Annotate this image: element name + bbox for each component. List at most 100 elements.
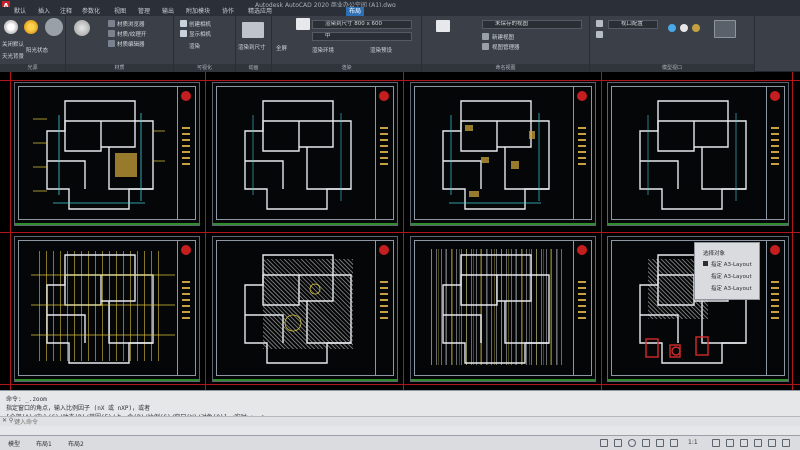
hardware-accel-icon[interactable] (754, 439, 762, 447)
show-camera-icon[interactable] (180, 30, 187, 37)
panel-title-lights[interactable]: 光源 (0, 64, 65, 72)
clean-screen-icon[interactable] (768, 439, 776, 447)
command-history-line: 指定窗口的角点，输入比例因子 (nX 或 nXP)，或者 (6, 405, 151, 412)
ribbon-label-render-preset[interactable]: 渲染预设 (370, 46, 392, 54)
tab-layout1[interactable]: 布局1 (36, 439, 52, 448)
texture-icon[interactable] (108, 30, 115, 37)
title-block (573, 87, 591, 219)
company-logo-icon (379, 91, 389, 101)
annotation-monitor-icon[interactable] (726, 439, 734, 447)
grid-toggle-icon[interactable] (600, 439, 608, 447)
ribbon-panel-model-viewports: 视口配置 模型视口 (590, 16, 755, 72)
viewport-join-icon[interactable] (596, 31, 603, 38)
annotation-scale[interactable]: 1:1 (688, 439, 698, 446)
panel-title-named-views[interactable]: 命名视图 (422, 64, 589, 72)
ribbon-label-new-view[interactable]: 新建视图 (492, 33, 514, 41)
drawing-canvas[interactable]: 选择对象 指定 A3-Layout 指定 A3-Layout 指定 A3-Lay… (0, 72, 800, 390)
object-selection-popup[interactable]: 选择对象 指定 A3-Layout 指定 A3-Layout 指定 A3-Lay… (694, 242, 760, 300)
render-preset-dropdown[interactable]: 中 (312, 32, 412, 41)
panel-title-model-viewports[interactable]: 模型视口 (590, 64, 754, 72)
tab-addins[interactable]: 附加模块 (186, 7, 210, 16)
viewport-tool-icon[interactable] (596, 20, 603, 27)
tab-model[interactable]: 模型 (8, 439, 20, 448)
panel-title-materials[interactable]: 材质 (66, 64, 173, 72)
popup-title: 选择对象 (703, 251, 726, 257)
view-manager-icon[interactable] (482, 43, 489, 50)
visual-style-gold-icon[interactable] (692, 24, 700, 32)
ribbon-label-render-size[interactable]: 渲染到尺寸 (238, 43, 266, 51)
named-view-dropdown[interactable]: 未保存的视图 (482, 20, 582, 29)
tab-view[interactable]: 视图 (114, 7, 126, 16)
snap-toggle-icon[interactable] (614, 439, 622, 447)
workspace-gear-icon[interactable] (712, 439, 720, 447)
layout-sheet-6[interactable] (212, 236, 398, 382)
popup-item[interactable]: 指定 A3-Layout (711, 260, 752, 268)
osnap-toggle-icon[interactable] (656, 439, 664, 447)
render-size-dropdown[interactable]: 渲染到尺寸 800 x 600 (312, 20, 412, 29)
tab-manage[interactable]: 管理 (138, 7, 150, 16)
layout-sheet-4[interactable] (607, 82, 789, 226)
sun-status-icon[interactable] (24, 20, 38, 34)
customize-menu-icon[interactable] (782, 439, 790, 447)
company-logo-icon (770, 245, 780, 255)
tab-default[interactable]: 默认 (14, 7, 26, 16)
panel-title-render[interactable]: 渲染 (272, 64, 421, 72)
panel-title-visualize[interactable]: 可视化 (174, 64, 235, 72)
ribbon-label-material-editor[interactable]: 材质编辑器 (117, 40, 145, 48)
tab-featured[interactable]: 精选应用 (248, 7, 272, 16)
new-view-icon[interactable] (482, 33, 489, 40)
tab-collaborate[interactable]: 协作 (222, 7, 234, 16)
ribbon-label-create-camera[interactable]: 创建相机 (189, 20, 211, 28)
sky-background-icon[interactable] (45, 18, 63, 36)
layout-sheet-2[interactable] (212, 82, 398, 226)
command-input[interactable] (14, 418, 554, 426)
tab-annotate[interactable]: 注释 (60, 7, 72, 16)
tab-layout2[interactable]: 布局2 (68, 439, 84, 448)
layout-sheet-7[interactable] (410, 236, 596, 382)
film-icon[interactable] (242, 22, 264, 38)
visual-style-icon[interactable] (668, 24, 676, 32)
ribbon-label-render[interactable]: 渲染 (189, 42, 200, 50)
command-input-row: ✕ ⚲ (0, 416, 800, 426)
tab-insert[interactable]: 插入 (38, 7, 50, 16)
polar-toggle-icon[interactable] (642, 439, 650, 447)
camera-icon[interactable] (180, 20, 187, 27)
teapot-icon[interactable] (296, 18, 310, 30)
light-bulb-icon[interactable] (4, 20, 18, 34)
status-bar: 模型 布局1 布局2 1:1 (0, 435, 800, 450)
lineweight-toggle-icon[interactable] (670, 439, 678, 447)
ribbon-label-material-texture[interactable]: 材质/纹理开 (117, 30, 146, 38)
layout-sheet-1[interactable] (14, 82, 200, 226)
view-teapot-icon[interactable] (436, 20, 450, 32)
tab-output[interactable]: 输出 (162, 7, 174, 16)
popup-item[interactable]: 指定 A3-Layout (711, 272, 752, 280)
visual-style-white-icon[interactable] (680, 24, 688, 32)
command-prompt-icon[interactable]: ✕ ⚲ (2, 417, 13, 424)
ribbon-label-view-manager[interactable]: 视图管理器 (492, 43, 520, 51)
isolate-objects-icon[interactable] (740, 439, 748, 447)
material-browser-icon[interactable] (108, 20, 115, 27)
title-block-text (380, 281, 388, 321)
ribbon-panel-named-views: 未保存的视图 新建视图 视图管理器 命名视图 (422, 16, 590, 72)
tab-parametric[interactable]: 参数化 (82, 7, 100, 16)
ribbon-label-show-camera[interactable]: 显示相机 (189, 30, 211, 38)
viewport-preview-icon[interactable] (714, 20, 736, 38)
layout-sheet-3[interactable] (410, 82, 596, 226)
ribbon-label-material-browser[interactable]: 材质浏览器 (117, 20, 145, 28)
material-sphere-icon[interactable] (74, 20, 90, 36)
tab-layout[interactable]: 布局 (346, 7, 365, 16)
sheet-tab-indicator (15, 379, 199, 381)
company-logo-icon (770, 91, 780, 101)
layout-sheet-5[interactable] (14, 236, 200, 382)
floor-plan (442, 100, 550, 210)
company-logo-icon (379, 245, 389, 255)
ribbon-label-render-env[interactable]: 渲染环境 (312, 46, 334, 54)
viewport-config-dropdown[interactable]: 视口配置 (608, 20, 658, 29)
panel-title-animation[interactable]: 动画 (236, 64, 271, 72)
material-editor-icon[interactable] (108, 40, 115, 47)
ribbon-panel-visualize: 创建相机 显示相机 渲染 可视化 (174, 16, 236, 72)
ribbon-label-fullscreen[interactable]: 全屏 (276, 44, 287, 52)
ortho-toggle-icon[interactable] (628, 439, 636, 447)
popup-item[interactable]: 指定 A3-Layout (711, 284, 752, 292)
grid-line (601, 72, 602, 390)
